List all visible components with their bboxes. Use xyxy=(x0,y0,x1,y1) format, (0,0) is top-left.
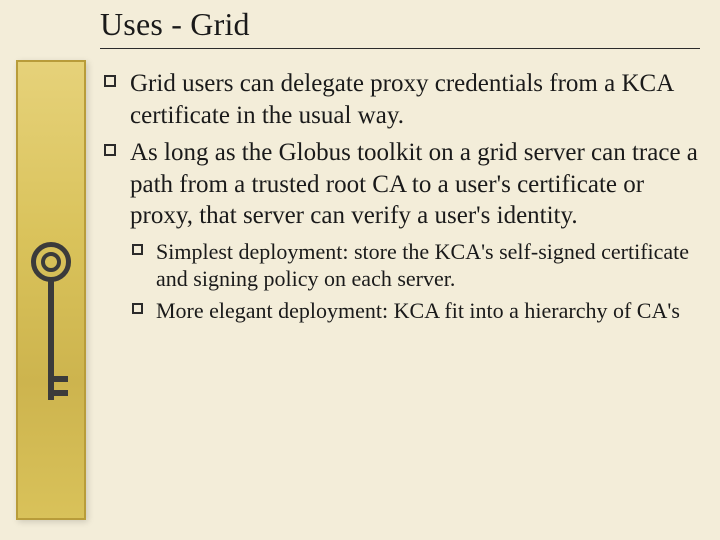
sidebar-decoration xyxy=(16,60,86,520)
slide-title: Uses - Grid xyxy=(100,6,250,43)
bullet-text: Grid users can delegate proxy credential… xyxy=(130,70,673,129)
title-divider xyxy=(100,48,700,49)
sub-bullet-group: Simplest deployment: store the KCA's sel… xyxy=(100,238,700,325)
square-bullet-icon xyxy=(132,244,143,255)
bullet-item: As long as the Globus toolkit on a grid … xyxy=(100,137,700,232)
square-bullet-icon xyxy=(104,75,116,87)
key-icon xyxy=(31,242,71,412)
bullet-text: As long as the Globus toolkit on a grid … xyxy=(130,139,698,229)
slide: Uses - Grid Grid users can delegate prox… xyxy=(0,0,720,540)
sub-bullet-item: Simplest deployment: store the KCA's sel… xyxy=(130,238,700,293)
bullet-item: Grid users can delegate proxy credential… xyxy=(100,68,700,131)
slide-body: Grid users can delegate proxy credential… xyxy=(100,68,700,329)
sub-bullet-item: More elegant deployment: KCA fit into a … xyxy=(130,297,700,325)
sub-bullet-text: Simplest deployment: store the KCA's sel… xyxy=(156,239,689,292)
square-bullet-icon xyxy=(132,303,143,314)
sub-bullet-text: More elegant deployment: KCA fit into a … xyxy=(156,298,680,323)
square-bullet-icon xyxy=(104,144,116,156)
